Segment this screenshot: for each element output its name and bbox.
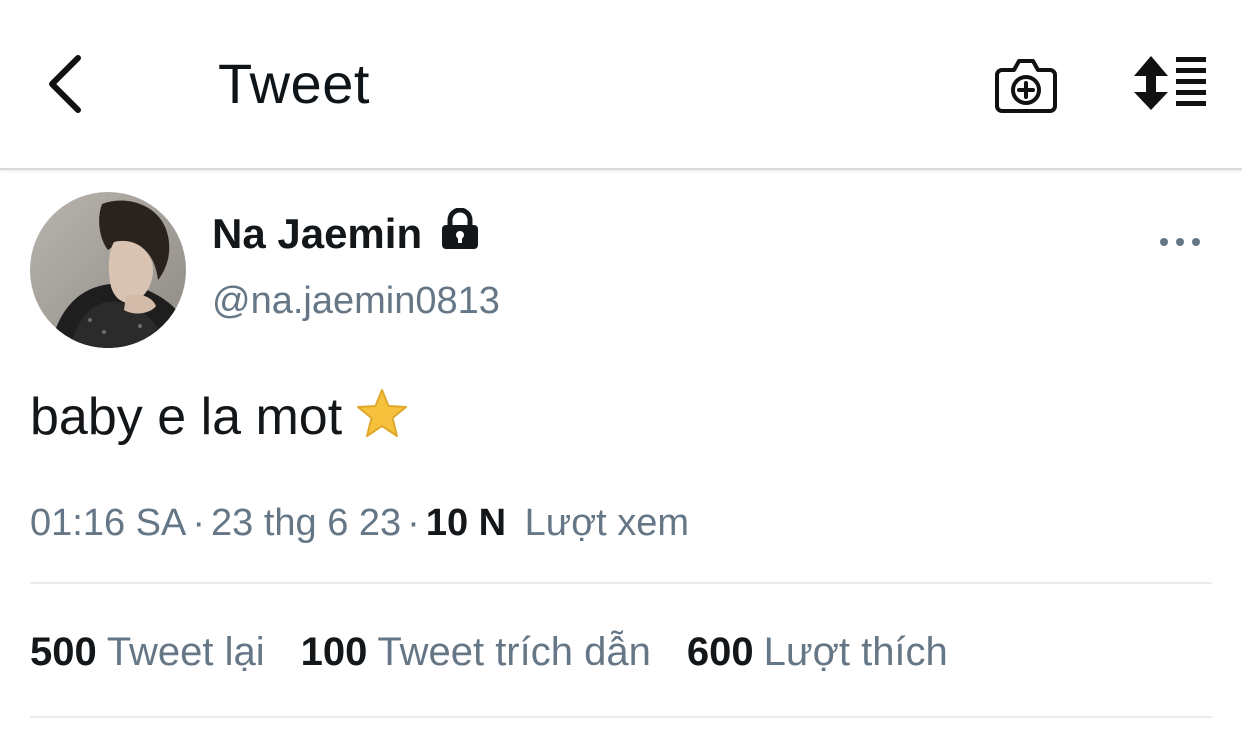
page-title: Tweet: [218, 52, 370, 115]
stat-label: Tweet trích dẫn: [377, 630, 651, 674]
tweet-meta: 01:16 SA · 23 thg 6 23 · 10 N Lượt xem: [30, 500, 689, 546]
stat-label: Tweet lại: [106, 630, 265, 674]
divider: [30, 582, 1212, 584]
tweet-text-content: baby e la mot: [30, 388, 343, 446]
stat-count: 600: [686, 630, 754, 674]
stat-count: 500: [30, 630, 97, 674]
tweet-date: 23 thg 6 23: [211, 502, 402, 544]
sort-list-icon: [1134, 56, 1206, 110]
dot-separator: ·: [407, 502, 420, 544]
more-options-button[interactable]: [1156, 228, 1204, 256]
views-label[interactable]: Lượt xem: [525, 502, 689, 544]
profile-photo: [30, 192, 186, 348]
views-count[interactable]: 10 N: [426, 502, 506, 544]
star-icon: [354, 386, 410, 442]
tweet-detail-screen: Tweet Na Jaemin @na.jaemin0813 baby e la…: [0, 0, 1242, 733]
retweets-stat[interactable]: 500 Tweet lại: [30, 628, 265, 676]
camera-plus-icon: [995, 59, 1057, 113]
likes-stat[interactable]: 600 Lượt thích: [687, 628, 948, 676]
chevron-left-icon: [49, 55, 81, 113]
divider: [30, 716, 1212, 718]
back-button[interactable]: [40, 52, 92, 116]
lock-icon: [438, 207, 482, 252]
camera-button[interactable]: [994, 54, 1058, 116]
top-app-bar: Tweet: [0, 0, 1242, 170]
stat-label: Lượt thích: [763, 630, 948, 674]
engagement-stats: 500 Tweet lại 100 Tweet trích dẫn 600 Lượt th…: [30, 628, 984, 676]
stat-count: 100: [300, 630, 368, 674]
quote-tweets-stat[interactable]: 100 Tweet trích dẫn: [301, 628, 651, 676]
tweet-text: baby e la mot: [30, 386, 410, 448]
tweet-time: 01:16 SA: [30, 502, 187, 544]
ellipsis-icon: [1160, 238, 1200, 246]
sort-button[interactable]: [1130, 54, 1210, 114]
author-name[interactable]: Na Jaemin: [212, 208, 422, 260]
author-handle[interactable]: @na.jaemin0813: [212, 278, 500, 324]
dot-separator: ·: [192, 502, 205, 544]
avatar[interactable]: [30, 192, 186, 348]
